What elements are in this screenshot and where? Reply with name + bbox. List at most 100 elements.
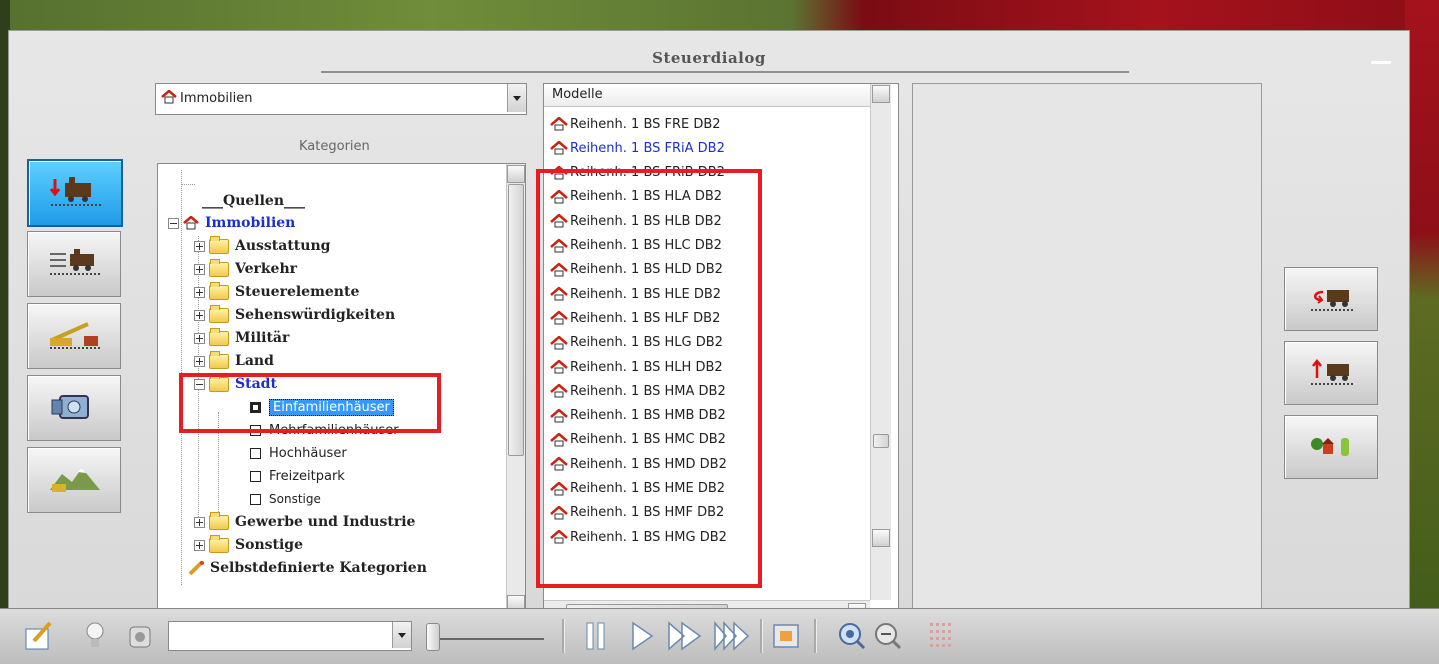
- landscape-icon: [50, 468, 100, 492]
- tree-item-label: ___Quellen___: [202, 193, 306, 209]
- tree-item-quellen[interactable]: ___Quellen___: [202, 190, 305, 212]
- track-train-icon: [50, 249, 100, 275]
- expand-icon[interactable]: [194, 355, 205, 367]
- screenshot-icon[interactable]: [770, 619, 802, 653]
- landscape-mode-button[interactable]: [27, 447, 121, 513]
- pause-icon[interactable]: [582, 619, 610, 653]
- models-header-label: Modelle: [552, 87, 603, 102]
- crane-mode-button[interactable]: [27, 303, 121, 369]
- tree-scrollbar[interactable]: [506, 164, 525, 614]
- tree-item-verkehr[interactable]: Verkehr: [194, 258, 297, 280]
- tree-item-sehenswuerdigkeiten[interactable]: Sehenswürdigkeiten: [194, 304, 395, 326]
- trees-house-icon: [1311, 438, 1349, 456]
- insert-train-icon: [49, 177, 101, 206]
- track-mode-button[interactable]: [27, 231, 121, 297]
- expand-icon[interactable]: [194, 286, 205, 298]
- tree-item-immobilien[interactable]: Immobilien: [168, 212, 295, 234]
- sound-icon[interactable]: [124, 619, 156, 653]
- model-list-item[interactable]: Reihenh. 1 BS FRE DB2: [550, 112, 721, 136]
- preview-panel: [912, 83, 1262, 625]
- folder-icon: [209, 258, 229, 277]
- scroll-down-button[interactable]: [872, 529, 890, 547]
- toolbar-separator: [814, 619, 817, 653]
- toolbar-dropdown[interactable]: [168, 621, 412, 651]
- category-dropdown[interactable]: Immobilien: [155, 83, 527, 115]
- expand-icon[interactable]: [194, 516, 205, 528]
- zoom-out-icon[interactable]: [872, 619, 904, 653]
- camera-icon: [51, 395, 89, 419]
- camera-mode-button[interactable]: [27, 375, 121, 441]
- control-dialog: Steuerdialog Immobilien Kategorien ___Qu…: [8, 30, 1410, 625]
- bottom-toolbar: [0, 608, 1439, 664]
- scenery-button[interactable]: [1284, 415, 1378, 479]
- expand-icon[interactable]: [194, 332, 205, 344]
- tree-item-ausstattung[interactable]: Ausstattung: [194, 235, 330, 257]
- scroll-up-button[interactable]: [872, 85, 890, 103]
- bulb-icon[interactable]: [82, 619, 108, 653]
- insert-mode-button[interactable]: [27, 159, 123, 227]
- models-column-header[interactable]: Modelle: [544, 84, 870, 107]
- grid-icon[interactable]: [928, 619, 956, 653]
- lift-train-icon: [1311, 358, 1353, 385]
- lift-button[interactable]: [1284, 341, 1378, 405]
- tree-item-label: Land: [235, 353, 274, 369]
- tree-guide: [181, 184, 195, 186]
- chevron-down-icon[interactable]: [507, 84, 526, 112]
- tree-item-label: Immobilien: [205, 215, 296, 231]
- scroll-thumb[interactable]: [873, 434, 889, 448]
- minimize-button[interactable]: [1371, 61, 1391, 64]
- fast-forward-icon[interactable]: [666, 619, 706, 653]
- custom-category-icon: [188, 560, 204, 576]
- tree-item-hochhaeuser[interactable]: Hochhäuser: [250, 442, 347, 464]
- highlight-box: [536, 169, 762, 588]
- house-icon: [550, 117, 568, 131]
- tree-item-label: Ausstattung: [235, 238, 331, 254]
- tree-item-label: Gewerbe und Industrie: [235, 514, 416, 530]
- tree-item-label: Verkehr: [235, 261, 298, 277]
- expand-icon[interactable]: [194, 539, 205, 551]
- crane-icon: [50, 322, 100, 349]
- tree-item-label: Steuerelemente: [235, 284, 360, 300]
- tree-item-label: Militär: [235, 330, 290, 346]
- model-list-item-label: Reihenh. 1 BS FRiA DB2: [570, 140, 725, 156]
- tree-item-sonstige[interactable]: Sonstige: [194, 534, 303, 556]
- model-list-item[interactable]: Reihenh. 1 BS FRiA DB2: [550, 136, 725, 160]
- folder-icon: [209, 304, 229, 323]
- title-underline: [321, 71, 1129, 73]
- checkbox-icon[interactable]: [250, 470, 261, 482]
- fastest-forward-icon[interactable]: [712, 619, 752, 653]
- scroll-thumb[interactable]: [508, 184, 524, 456]
- tree-item-militaer[interactable]: Militär: [194, 327, 289, 349]
- return-button[interactable]: [1284, 267, 1378, 331]
- expand-icon[interactable]: [194, 240, 205, 252]
- tree-item-sonstige-stadt[interactable]: Sonstige: [250, 488, 321, 510]
- house-icon: [183, 216, 199, 230]
- checkbox-icon[interactable]: [250, 493, 261, 505]
- toolbar-separator: [562, 619, 565, 653]
- tree-item-selbstdefiniert[interactable]: Selbstdefinierte Kategorien: [188, 557, 427, 579]
- category-dropdown-value: Immobilien: [180, 91, 253, 106]
- collapse-icon[interactable]: [168, 217, 179, 229]
- tree-item-label: Sehenswürdigkeiten: [235, 307, 396, 323]
- toolbar-separator: [760, 619, 763, 653]
- checkbox-icon[interactable]: [250, 447, 261, 459]
- models-scrollbar[interactable]: [870, 84, 891, 600]
- tree-item-freizeitpark[interactable]: Freizeitpark: [250, 465, 345, 487]
- house-icon: [550, 141, 568, 155]
- zoom-in-icon[interactable]: [836, 619, 868, 653]
- folder-icon: [209, 511, 229, 530]
- tree-item-gewerbe[interactable]: Gewerbe und Industrie: [194, 511, 415, 533]
- folder-icon: [209, 235, 229, 254]
- expand-icon[interactable]: [194, 309, 205, 321]
- folder-icon: [209, 350, 229, 369]
- edit-icon[interactable]: [22, 619, 56, 653]
- speed-slider[interactable]: [426, 623, 440, 651]
- scroll-up-button[interactable]: [507, 165, 525, 183]
- background-scene-right: [1405, 0, 1439, 663]
- folder-icon: [209, 327, 229, 346]
- tree-item-steuerelemente[interactable]: Steuerelemente: [194, 281, 359, 303]
- expand-icon[interactable]: [194, 263, 205, 275]
- tree-item-land[interactable]: Land: [194, 350, 274, 372]
- play-icon[interactable]: [628, 619, 656, 653]
- chevron-down-icon[interactable]: [392, 622, 411, 648]
